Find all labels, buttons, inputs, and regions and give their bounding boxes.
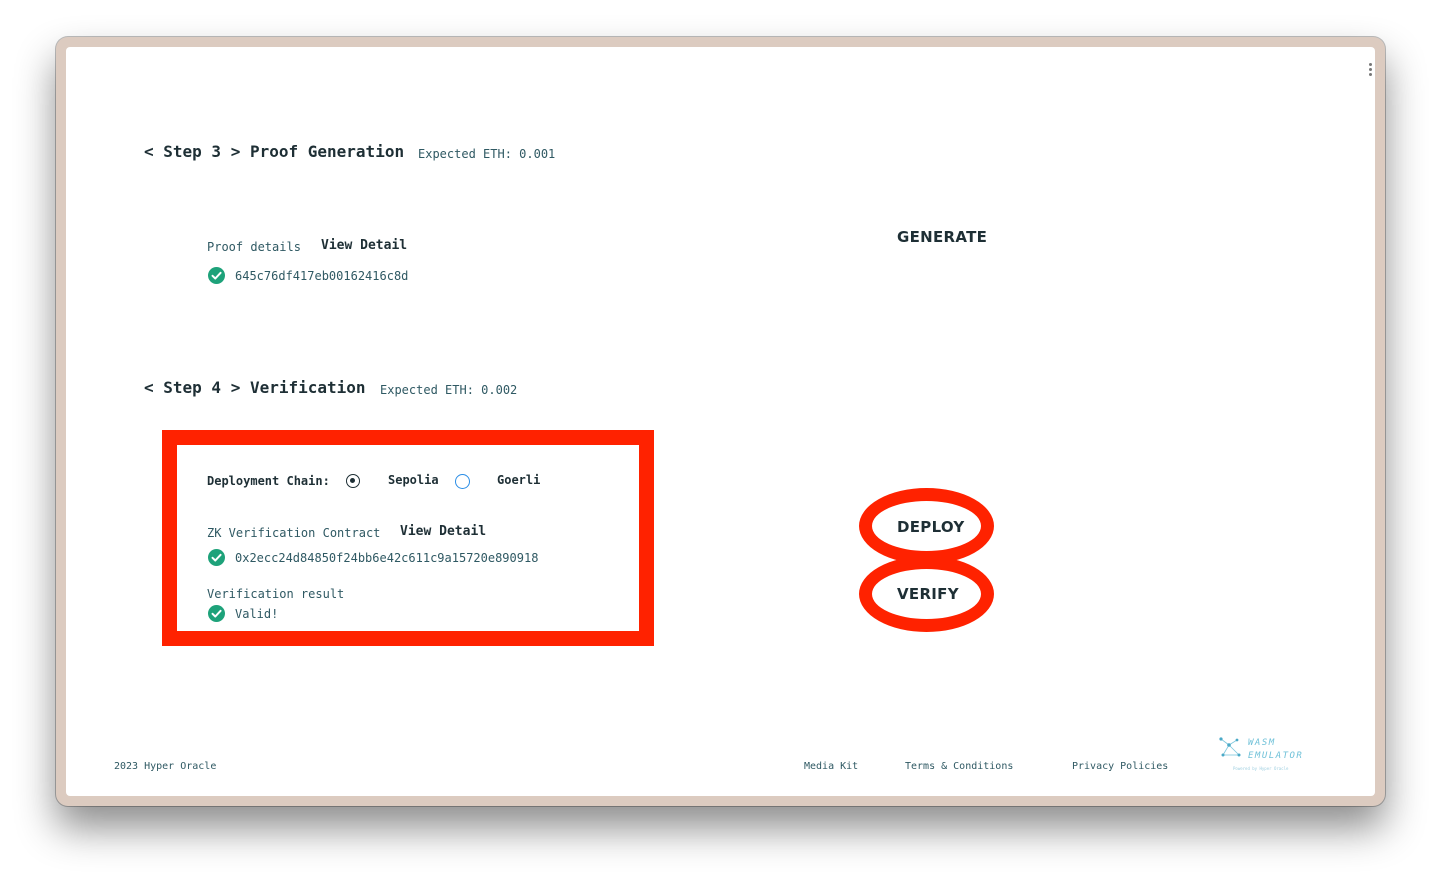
step3-expected-eth: Expected ETH: 0.001: [418, 147, 556, 161]
step4-title: < Step 4 > Verification: [144, 378, 366, 397]
annotation-oval-verify: [859, 556, 994, 632]
proof-details-label: Proof details: [207, 240, 301, 254]
annotation-oval-deploy: [859, 488, 994, 564]
annotation-box: [162, 430, 654, 646]
constellation-icon: [1219, 737, 1241, 757]
check-circle-icon: [208, 267, 225, 284]
logo-line1: WASM: [1248, 738, 1276, 748]
app-window: < Step 3 > Proof Generation Expected ETH…: [56, 37, 1385, 806]
logo-subtitle: Powered by Hyper Oracle: [1233, 766, 1289, 771]
proof-hash: 645c76df417eb00162416c8d: [235, 269, 409, 283]
wasm-emulator-logo[interactable]: WASM EMULATOR Powered by Hyper Oracle: [1217, 735, 1313, 775]
footer-link-privacy[interactable]: Privacy Policies: [1072, 761, 1168, 772]
more-options-icon[interactable]: [1369, 63, 1373, 78]
page-content: < Step 3 > Proof Generation Expected ETH…: [66, 47, 1375, 796]
step3-title: < Step 3 > Proof Generation: [144, 142, 405, 161]
proof-view-detail-link[interactable]: View Detail: [321, 238, 407, 253]
footer-copyright: 2023 Hyper Oracle: [114, 761, 217, 772]
footer-link-terms[interactable]: Terms & Conditions: [905, 761, 1013, 772]
logo-line2: EMULATOR: [1248, 751, 1304, 761]
step4-expected-eth: Expected ETH: 0.002: [380, 383, 518, 397]
generate-button[interactable]: GENERATE: [897, 228, 987, 246]
footer-link-media-kit[interactable]: Media Kit: [804, 761, 858, 772]
